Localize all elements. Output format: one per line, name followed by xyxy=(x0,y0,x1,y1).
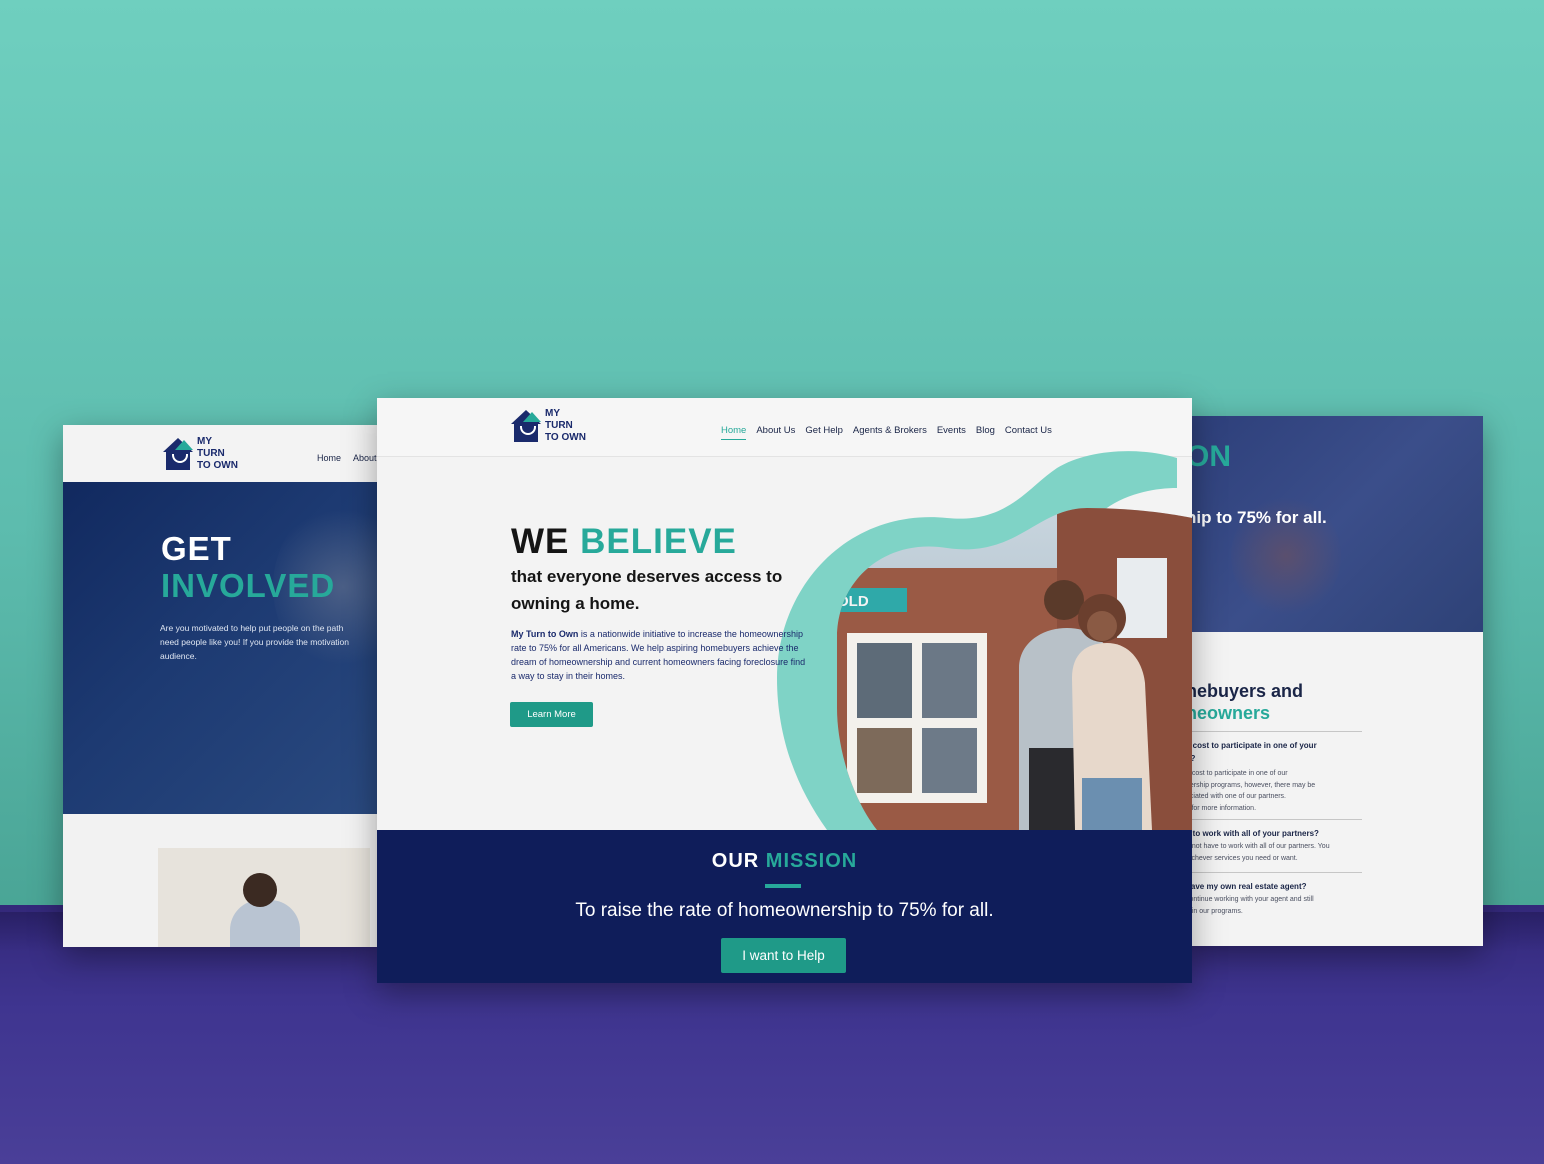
hero-title-line2: INVOLVED xyxy=(161,567,336,604)
hero-paragraph: Are you motivated to help put people on … xyxy=(160,623,350,661)
nav-contact-us[interactable]: Contact Us xyxy=(1005,425,1052,440)
left-logo[interactable]: MY TURN TO OWN xyxy=(163,436,238,472)
mission-page-mockup: ON nip to 75% for all. nebuyers and neow… xyxy=(1186,416,1483,946)
divider xyxy=(1186,731,1362,732)
hero-description: My Turn to Own is a nationwide initiativ… xyxy=(511,627,811,683)
faq-section: nebuyers and neowners a cost to particip… xyxy=(1186,632,1483,946)
description-brand: My Turn to Own xyxy=(511,629,579,639)
mission-statement: To raise the rate of homeownership to 75… xyxy=(575,900,994,921)
faq-question[interactable]: a cost to participate in one of your s? xyxy=(1186,739,1317,765)
nav-home[interactable]: Home xyxy=(317,453,341,463)
site-logo[interactable]: MY TURN TO OWN xyxy=(511,408,586,444)
faq-title-line2: neowners xyxy=(1186,703,1271,723)
home-page-mockup: MY TURN TO OWN Home About Us Get Help Ag… xyxy=(377,398,1192,983)
house-logo-icon xyxy=(163,438,193,470)
right-hero: ON nip to 75% for all. xyxy=(1186,416,1483,632)
divider xyxy=(1186,872,1362,873)
faq-answer: o cost to participate in one of our ners… xyxy=(1186,770,1316,812)
nav-get-help[interactable]: Get Help xyxy=(805,425,843,440)
faq-title-line1: nebuyers and xyxy=(1186,681,1304,701)
hero-subtitle: nip to 75% for all. xyxy=(1186,508,1327,527)
nav-events[interactable]: Events xyxy=(937,425,966,440)
i-want-to-help-button[interactable]: I want to Help xyxy=(721,938,846,973)
left-header: MY TURN TO OWN Home About xyxy=(63,425,381,482)
mission-section: OUR MISSION To raise the rate of homeown… xyxy=(377,830,1192,983)
mission-title: OUR MISSION xyxy=(377,850,1192,873)
faq-answer: o not have to work with all of our partn… xyxy=(1186,843,1330,862)
main-nav: Home About Us Get Help Agents & Brokers … xyxy=(721,425,1062,440)
house-logo-icon xyxy=(511,410,541,442)
hero-couple-photo: OLD xyxy=(777,451,1192,830)
headline-believe: BELIEVE xyxy=(580,522,737,561)
family-photo xyxy=(158,848,370,947)
mission-title-our: OUR xyxy=(711,850,760,872)
nav-agents-brokers[interactable]: Agents & Brokers xyxy=(853,425,927,440)
left-lower-section xyxy=(63,814,381,947)
hero-subheadline: that everyone deserves access to owning … xyxy=(511,567,783,613)
divider xyxy=(1186,819,1362,820)
headline-we: WE xyxy=(511,522,570,561)
get-involved-page-mockup: MY TURN TO OWN Home About GET INVOLVED A… xyxy=(63,425,381,947)
logo-text: MY TURN TO OWN xyxy=(197,436,238,471)
hero-title: ON xyxy=(1186,440,1231,473)
logo-text: MY TURN TO OWN xyxy=(545,408,586,443)
learn-more-button[interactable]: Learn More xyxy=(510,702,593,727)
nav-about-us[interactable]: About Us xyxy=(756,425,795,440)
nav-home[interactable]: Home xyxy=(721,425,747,440)
nav-about[interactable]: About xyxy=(353,453,377,463)
faq-question[interactable]: have my own real estate agent? xyxy=(1186,880,1307,893)
faq-question[interactable]: e to work with all of your partners? xyxy=(1186,827,1319,840)
nav-blog[interactable]: Blog xyxy=(976,425,995,440)
faq-answer: continue working with your agent and sti… xyxy=(1186,896,1314,915)
hero-title-line1: GET xyxy=(161,530,232,567)
mission-title-mission: MISSION xyxy=(765,850,858,872)
mission-underline xyxy=(765,884,801,888)
hero-headline: WE BELIEVE xyxy=(511,522,737,562)
